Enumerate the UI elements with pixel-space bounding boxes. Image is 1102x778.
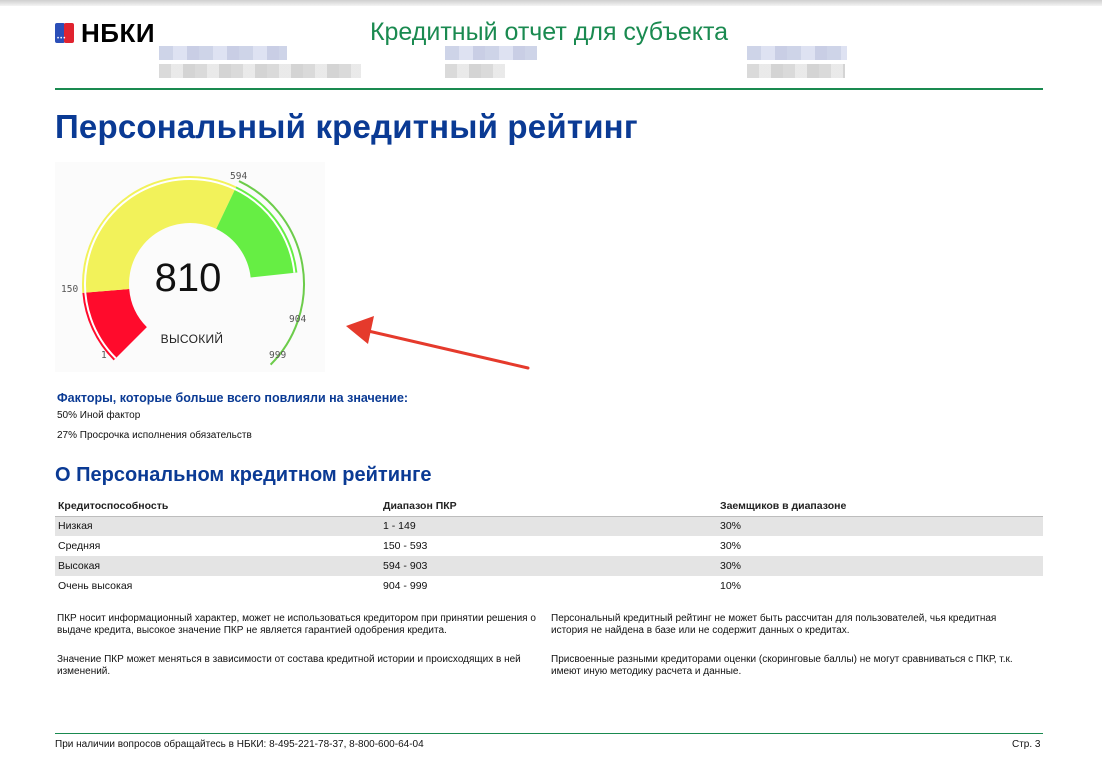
notes-left-column: ПКР носит информационный характер, может… [57,613,537,695]
annotation-arrow [346,316,530,370]
page-number: Стр. 3 [1012,739,1041,750]
table-cell: Средняя [58,540,101,552]
tick-label-150: 150 [61,284,78,295]
table-cell: 30% [720,540,742,552]
credit-score-gauge: 810 ВЫСОКИЙ 1 150 594 904 999 [55,162,325,372]
redacted-field [445,64,505,78]
table-cell: 904 - 999 [383,580,428,592]
notes-right-column: Персональный кредитный рейтинг не может … [551,613,1031,695]
rating-label: ВЫСОКИЙ [161,331,224,346]
about-section-title: О Персональном кредитном рейтинге [55,464,432,486]
table-header-row: Кредитоспособность Диапазон ПКР Заемщико… [55,497,1043,517]
redacted-field [747,46,847,60]
footer-divider [55,733,1043,734]
table-cell: Очень высокая [58,580,133,592]
table-row: Низкая 1 - 149 30% [55,516,1043,536]
note-paragraph: Персональный кредитный рейтинг не может … [551,613,997,636]
table-cell: 30% [717,516,1043,536]
factor-item: 27% Просрочка исполнения обязательств [57,430,252,441]
table-cell: 10% [720,580,742,592]
tick-label-904: 904 [289,314,306,325]
table-cell: Высокая [55,556,380,576]
document-title: Кредитный отчет для субъекта [369,18,729,46]
footer-contact: При наличии вопросов обращайтесь в НБКИ:… [55,739,424,750]
column-header: Заемщиков в диапазоне [717,497,1043,517]
factor-item: 50% Иной фактор [57,410,141,421]
tick-label-594: 594 [230,171,247,182]
score-value: 810 [155,256,222,300]
table-row: Средняя 150 - 593 30% [55,536,1043,556]
redacted-field [159,64,361,78]
table-cell: 594 - 903 [380,556,717,576]
note-paragraph: Значение ПКР может меняться в зависимост… [57,654,521,677]
column-header: Диапазон ПКР [380,497,717,517]
score-ranges-table: Кредитоспособность Диапазон ПКР Заемщико… [55,497,1043,596]
page-title: Персональный кредитный рейтинг [55,108,638,145]
redacted-field [159,46,287,60]
note-paragraph: Присвоенные разными кредиторами оценки (… [551,654,1013,677]
tick-label-999: 999 [269,350,286,361]
factors-title: Факторы, которые больше всего повлияли н… [57,391,409,405]
header-divider [55,88,1043,90]
note-paragraph: ПКР носит информационный характер, может… [57,613,536,636]
table-row: Очень высокая 904 - 999 10% [55,576,1043,596]
table-row: Высокая 594 - 903 30% [55,556,1043,576]
table-cell: Низкая [55,516,380,536]
redacted-field [445,46,537,60]
table-cell: 1 - 149 [380,516,717,536]
report-header: ••• НБКИ Кредитный отчет для субъекта [55,14,1043,90]
table-cell: 30% [717,556,1043,576]
tick-label-1: 1 [101,350,107,361]
window-top-edge [0,0,1102,6]
table-cell: 150 - 593 [383,540,428,552]
column-header: Кредитоспособность [55,497,380,517]
redacted-field [747,64,845,78]
